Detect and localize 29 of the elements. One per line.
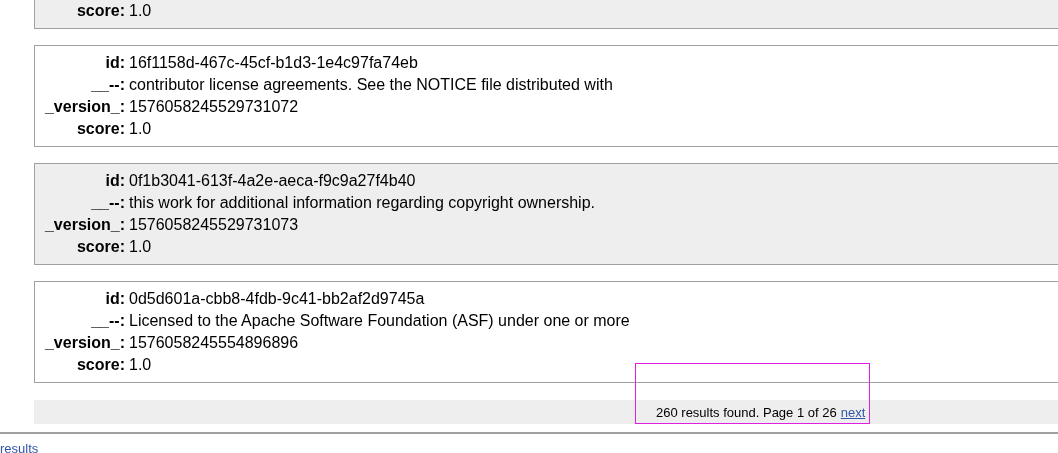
results-link[interactable]: results bbox=[0, 441, 39, 453]
field-label: __--: bbox=[90, 193, 125, 213]
field-value: Licensed to the Apache Software Foundation (ASF) under one or more bbox=[129, 311, 630, 331]
field-value: 0d5d601a-cbb8-4fdb-9c41-bb2af2d9745a bbox=[129, 289, 425, 309]
field-label: _version_: bbox=[43, 333, 125, 353]
field-value: 1.0 bbox=[129, 355, 152, 375]
field-value: 1.0 bbox=[129, 119, 152, 139]
field-label: id: bbox=[104, 289, 125, 309]
field-label: id: bbox=[104, 53, 125, 73]
field-value: 16f1158d-467c-45cf-b1d3-1e4c97fa74eb bbox=[129, 53, 418, 73]
field-label: score: bbox=[75, 1, 125, 21]
field-value: 1.0 bbox=[129, 1, 152, 21]
field-value: 1576058245529731072 bbox=[129, 97, 299, 117]
results-summary: 260 results found. Page 1 of 26 bbox=[656, 404, 837, 420]
field-label: score: bbox=[75, 119, 125, 139]
field-label: _version_: bbox=[43, 97, 125, 117]
field-value: 1.0 bbox=[129, 237, 152, 257]
field-value: 1576058245529731073 bbox=[129, 215, 299, 235]
field-label: score: bbox=[75, 237, 125, 257]
field-value: 1576058245554896896 bbox=[129, 333, 299, 353]
field-label: __--: bbox=[90, 311, 125, 331]
field-label: score: bbox=[75, 355, 125, 375]
field-label: __--: bbox=[90, 75, 125, 95]
field-label: id: bbox=[104, 171, 125, 191]
field-value: this work for additional information regarding copyright ownership. bbox=[129, 193, 595, 213]
field-value: 0f1b3041-613f-4a2e-aeca-f9c9a27f4b40 bbox=[129, 171, 416, 191]
field-label: _version_: bbox=[43, 215, 125, 235]
field-value: contributor license agreements. See the NOTICE file distributed with bbox=[129, 75, 613, 95]
next-link[interactable]: next bbox=[840, 404, 866, 420]
